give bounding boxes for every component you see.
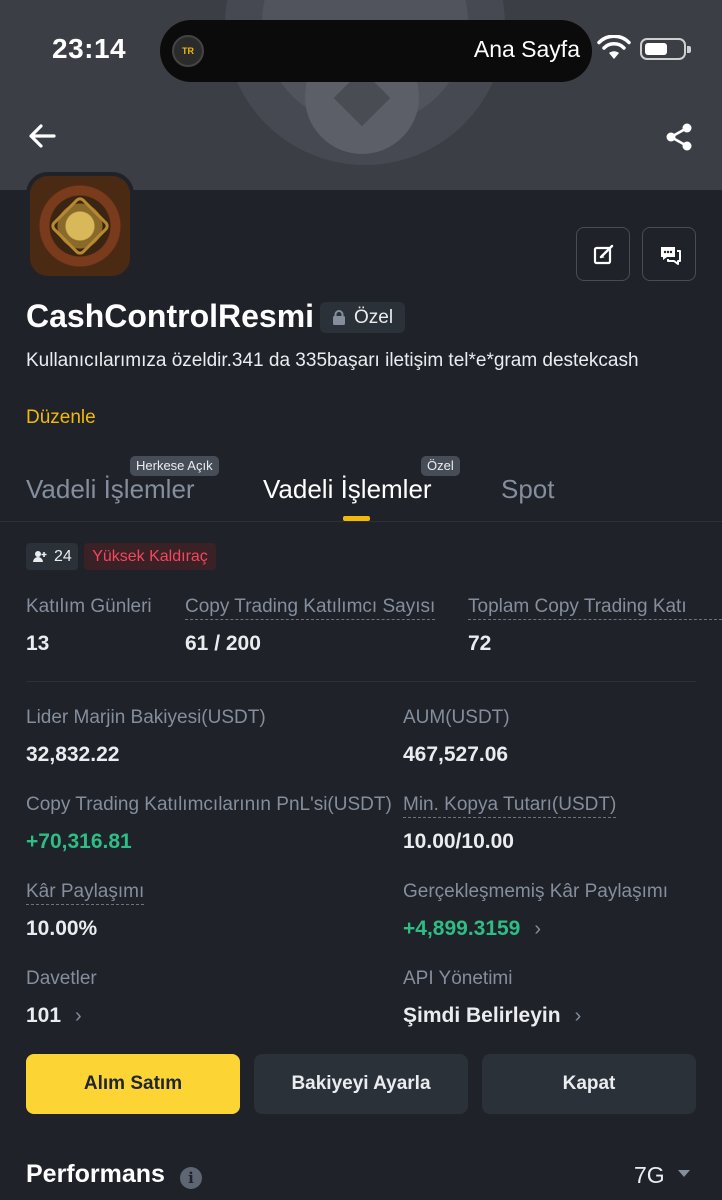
- lead-margin-value: 32,832.22: [26, 743, 120, 766]
- active-tab-indicator: [343, 516, 370, 521]
- island-label: Ana Sayfa: [473, 36, 580, 62]
- api-value: Şimdi Belirleyin: [403, 1004, 561, 1027]
- profile-bio: Kullanıcılarımıza özeldir.341 da 335başa…: [26, 350, 639, 371]
- unrealized-share-label: Gerçekleşmemiş Kâr Paylaşımı: [403, 881, 669, 902]
- performance-title: Performans: [26, 1160, 165, 1188]
- private-badge-label: Özel: [354, 307, 394, 328]
- copiers-chip: 24: [26, 543, 78, 570]
- close-button[interactable]: Kapat: [482, 1054, 696, 1114]
- battery-icon: [640, 38, 691, 60]
- section-divider: [26, 681, 696, 682]
- aum-label: AUM(USDT): [403, 707, 510, 728]
- stat-days-value: 13: [26, 632, 50, 655]
- high-leverage-badge: Yüksek Kaldıraç: [84, 543, 216, 570]
- api-row[interactable]: Şimdi Belirleyin ›: [403, 1004, 581, 1028]
- portfolio-tabs: Herkese Açık Vadeli İşlemler Özel Vadeli…: [0, 456, 722, 522]
- copier-pnl-label: Copy Trading Katılımcılarının PnL'si(USD…: [26, 794, 392, 815]
- tab-tag-private: Özel: [421, 456, 460, 476]
- stat-copiers-label[interactable]: Copy Trading Katılımcı Sayısı: [185, 596, 436, 620]
- stat-total-copiers-value: 72: [468, 632, 492, 655]
- api-label: API Yönetimi: [403, 968, 513, 989]
- min-copy-label[interactable]: Min. Kopya Tutarı(USDT): [403, 794, 617, 818]
- users-icon: [33, 551, 47, 562]
- chevron-right-icon: ›: [75, 1005, 82, 1027]
- invites-value: 101: [26, 1004, 62, 1027]
- stat-copiers-value: 61 / 200: [185, 632, 261, 655]
- period-selector[interactable]: 7G: [634, 1162, 665, 1189]
- unrealized-share-value: +4,899.3159: [403, 917, 521, 940]
- chevron-right-icon: ›: [574, 1005, 582, 1027]
- chat-icon: [661, 247, 681, 265]
- avatar[interactable]: [26, 172, 134, 280]
- edit-link[interactable]: Düzenle: [26, 407, 96, 429]
- lead-margin-label: Lider Marjin Bakiyesi(USDT): [26, 707, 266, 728]
- copier-pnl-value: +70,316.81: [26, 830, 132, 853]
- island-app-badge: TR: [172, 35, 204, 67]
- tab-spot[interactable]: Spot: [501, 474, 555, 505]
- tab-futures-public[interactable]: Vadeli İşlemler: [26, 474, 195, 505]
- tab-futures-private[interactable]: Vadeli İşlemler: [263, 474, 432, 505]
- tab-tag-public: Herkese Açık: [130, 456, 219, 476]
- status-time: 23:14: [52, 33, 127, 64]
- invites-label: Davetler: [26, 968, 97, 989]
- unrealized-share-row[interactable]: +4,899.3159 ›: [403, 917, 541, 941]
- chevron-down-icon[interactable]: [678, 1170, 690, 1177]
- adjust-balance-button[interactable]: Bakiyeyi Ayarla: [254, 1054, 468, 1114]
- edit-icon: [593, 244, 614, 265]
- chat-button[interactable]: [642, 227, 696, 281]
- profit-share-label[interactable]: Kâr Paylaşımı: [26, 881, 145, 905]
- wifi-icon: [597, 35, 631, 59]
- min-copy-value: 10.00/10.00: [403, 830, 514, 853]
- stat-total-copiers-label[interactable]: Toplam Copy Trading Katı: [468, 596, 722, 620]
- lock-icon: [333, 310, 345, 325]
- trade-button[interactable]: Alım Satım: [26, 1054, 240, 1114]
- profile-name: CashControlResmi: [26, 298, 315, 334]
- info-icon[interactable]: i: [180, 1167, 202, 1189]
- avatar-image: [30, 176, 130, 276]
- chevron-right-icon: ›: [534, 918, 542, 940]
- edit-profile-button[interactable]: [576, 227, 630, 281]
- dynamic-island[interactable]: TR Ana Sayfa: [160, 20, 592, 82]
- private-badge: Özel: [320, 302, 406, 333]
- copiers-count: 24: [54, 548, 72, 565]
- back-arrow-icon[interactable]: [26, 120, 58, 152]
- share-icon[interactable]: [664, 122, 694, 152]
- profit-share-value: 10.00%: [26, 917, 98, 940]
- stat-days-label: Katılım Günleri: [26, 596, 152, 617]
- aum-value: 467,527.06: [403, 743, 509, 766]
- invites-row[interactable]: 101 ›: [26, 1004, 82, 1028]
